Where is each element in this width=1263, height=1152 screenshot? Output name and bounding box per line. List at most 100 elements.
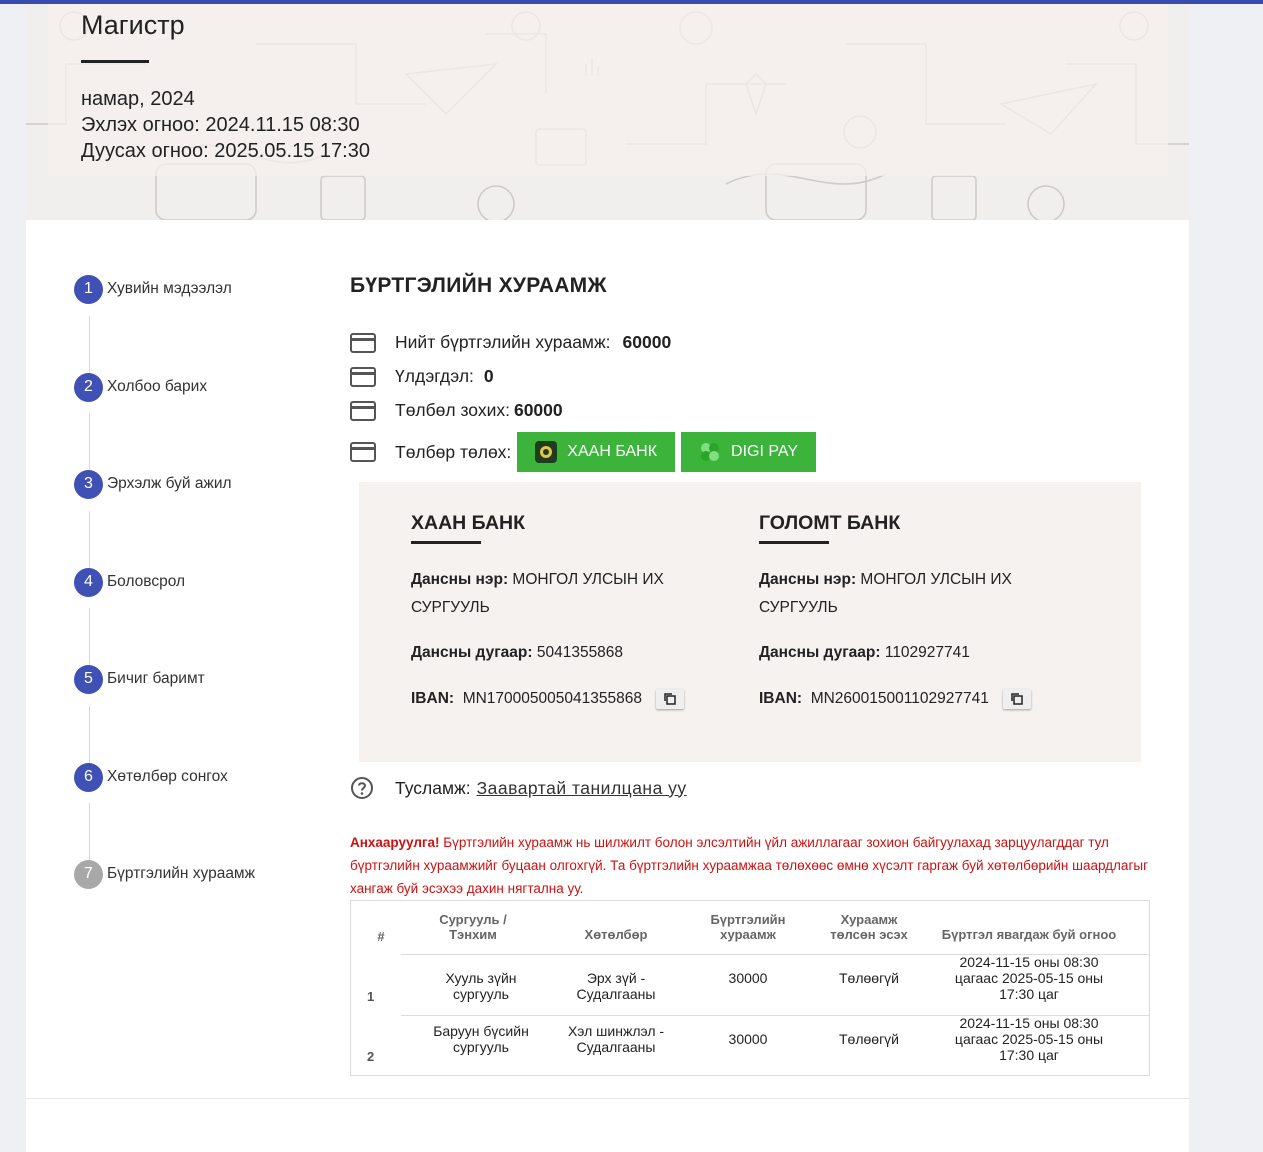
step-number: 2 [74,372,103,402]
bank-name-underline [411,541,481,544]
account-number-field: Дансны дугаар: 1102927741 [759,639,1089,667]
step-label: Боловсрол [107,573,186,590]
amount-due-label: Төлбөл зохих: [395,400,510,420]
amount-due-row: Төлбөл зохих: 60000 [350,400,563,421]
copy-icon [1011,693,1023,705]
balance-value: 0 [483,366,494,386]
row-fee: 30000 [728,970,768,986]
row-period: 2024-11-15 оны 08:30 цагаас 2025-05-15 о… [954,1015,1104,1063]
degree-title: Магистр [81,10,185,40]
step-number: 5 [74,664,103,694]
col-header-program: Хөтөлбөр [584,927,648,942]
digi-pay-button[interactable]: DIGI PAY [681,432,816,472]
warning-notice: Анхааруулга! Бүртгэлийн хураамж нь шилжи… [350,831,1150,900]
title-underline [81,60,149,63]
table-row: 2 Баруун бүсийн сургууль Хэл шинжлэл - С… [351,1015,1149,1077]
iban-label: IBAN: [411,690,455,707]
row-program: Хэл шинжлэл - Судалгааны [567,1023,665,1055]
golomt-bank-card: ГОЛОМТ БАНК Дансны нэр: МОНГОЛ УЛСЫН ИХ … [759,512,1089,713]
copy-icon [664,693,677,705]
step-registration-fee[interactable]: 7 Бүртгэлийн хураамж [74,859,255,889]
bank-accounts-panel: ХААН БАНК Дансны нэр: МОНГОЛ УЛСЫН ИХ СУ… [359,482,1141,762]
iban-field: IBAN: MN170005005041355868 [411,685,741,713]
col-header-paid: Хураамж төлсөн эсэх [830,912,908,942]
copy-iban-button[interactable] [656,688,685,709]
step-connector [89,511,90,571]
step-contact[interactable]: 2 Холбоо барих [74,372,207,402]
step-connector [89,803,90,863]
col-header-num: # [377,929,385,944]
step-number: 6 [74,762,103,792]
help-row: Тусламж: Заавартай танилцана уу [350,776,687,800]
copy-iban-button[interactable] [1003,688,1032,709]
program-header: Магистр намар, 2024 Эхлэх огноо: 2024.11… [26,4,1189,220]
step-label: Холбоо барих [107,378,208,395]
row-fee: 30000 [728,1031,768,1047]
step-label: Бүртгэлийн хураамж [107,865,255,882]
footer-divider [26,1098,1189,1099]
bank-name-underline [759,541,829,544]
iban-value: MN170005005041355868 [462,690,642,707]
iban-value: MN260015001102927741 [810,690,989,707]
total-fee-row: Нийт бүртгэлийн хураамж: 60000 [350,332,671,353]
khan-bank-logo-icon [535,441,558,463]
help-circle-icon [351,777,373,799]
account-number-field: Дансны дугаар: 5041355868 [411,639,741,667]
credit-card-icon [350,400,376,421]
account-number-label: Дансны дугаар: [759,644,881,661]
amount-due-value: 60000 [513,400,563,420]
page-container: Магистр намар, 2024 Эхлэх огноо: 2024.11… [26,4,1189,1152]
step-number: 3 [74,469,103,499]
total-fee-value: 60000 [622,332,672,352]
account-number-value: 1102927741 [884,644,970,661]
step-connector [89,706,90,766]
step-label: Бичиг баримт [107,670,205,687]
khan-bank-pay-button[interactable]: ХААН БАНК [517,432,676,472]
step-documents[interactable]: 5 Бичиг баримт [74,664,205,694]
account-number-label: Дансны дугаар: [411,644,533,661]
row-paid-status: Төлөөгүй [838,1031,899,1047]
khan-bank-card: ХААН БАНК Дансны нэр: МОНГОЛ УЛСЫН ИХ СУ… [411,512,741,713]
credit-card-icon [350,332,376,353]
col-header-period: Бүртгэл явагдаж буй огноо [941,927,1117,942]
account-name-label: Дансны нэр: [759,571,857,588]
selected-programs-table: # Сургууль / Тэнхим Хөтөлбөр Бүртгэлийн … [350,900,1150,1076]
step-employment[interactable]: 3 Эрхэлж буй ажил [74,469,232,499]
section-title: БҮРТГЭЛИЙН ХУРААМЖ [350,274,607,297]
step-connector [89,413,90,473]
credit-card-icon [350,366,376,387]
help-label: Тусламж: [395,777,471,798]
row-period: 2024-11-15 оны 08:30 цагаас 2025-05-15 о… [954,954,1104,1002]
col-header-fee: Бүртгэлийн хураамж [710,912,786,942]
warning-prefix: Анхааруулга! [350,835,440,850]
step-education[interactable]: 4 Боловсрол [74,567,185,597]
step-personal-info[interactable]: 1 Хувийн мэдээлэл [74,274,232,304]
instructions-link[interactable]: Заавартай танилцана уу [477,778,687,799]
digi-pay-logo-icon [701,443,720,461]
row-number: 1 [367,989,375,1004]
warning-text: Бүртгэлийн хураамж нь шилжилт болон элсэ… [350,835,1148,896]
account-number-value: 5041355868 [536,644,624,661]
iban-field: IBAN: MN260015001102927741 [759,685,1089,713]
term-text: намар, 2024 [81,88,195,110]
step-number: 4 [74,567,103,597]
pay-row: Төлбөр төлөх: ХААН БАНК DIGI PAY [350,432,816,472]
row-school: Хууль зүйн сургууль [445,970,517,1002]
step-connector [89,608,90,668]
account-name-field: Дансны нэр: МОНГОЛ УЛСЫН ИХ СУРГУУЛЬ [759,566,1089,622]
bank-name: ГОЛОМТ БАНК [759,512,901,534]
table-header: # Сургууль / Тэнхим Хөтөлбөр Бүртгэлийн … [351,901,1149,955]
row-school: Баруун бүсийн сургууль [433,1023,529,1055]
balance-label: Үлдэгдэл: [395,366,474,386]
end-date-text: Дуусах огноо: 2025.05.15 17:30 [81,140,370,162]
balance-row: Үлдэгдэл: 0 [350,366,494,387]
total-fee-label: Нийт бүртгэлийн хураамж: [395,332,611,352]
step-program-select[interactable]: 6 Хөтөлбөр сонгох [74,762,228,792]
step-connector [89,316,90,375]
credit-card-icon [350,442,376,462]
iban-label: IBAN: [759,690,803,707]
step-label: Хувийн мэдээлэл [107,280,232,297]
table-row: 1 Хууль зүйн сургууль Эрх зүй - Судалгаа… [351,954,1149,1016]
col-header-school: Сургууль / Тэнхим [439,912,507,942]
pay-label: Төлбөр төлөх: [395,441,512,462]
